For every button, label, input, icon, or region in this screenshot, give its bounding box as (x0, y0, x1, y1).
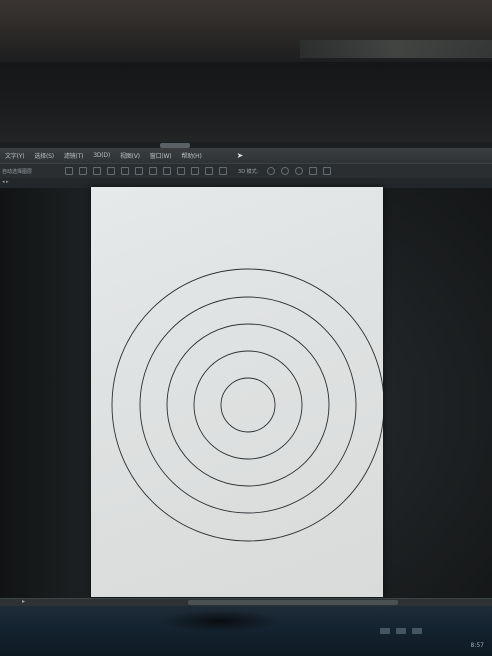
tray-keyboard-icon[interactable] (412, 628, 422, 634)
desk-reflection (160, 610, 280, 632)
ring-4 (139, 296, 357, 514)
concentric-rings (111, 268, 383, 542)
collapse-arrow-icon[interactable]: ◂ ▸ (2, 179, 9, 185)
align-top-icon[interactable] (65, 167, 74, 175)
menu-item-select[interactable]: 选择(S) (29, 151, 59, 160)
background-shelf (300, 40, 492, 58)
menu-item-window[interactable]: 窗口(W) (145, 151, 177, 160)
taskbar-clock[interactable]: 8:57 (471, 642, 484, 649)
ring-1 (220, 377, 276, 433)
roll-3d-icon[interactable] (281, 167, 290, 175)
status-menu-arrow-icon[interactable]: ▸ (22, 598, 25, 605)
horizontal-scrollbar[interactable] (188, 600, 398, 605)
mouse-cursor-icon: ➤ (236, 151, 244, 160)
ring-2 (193, 350, 303, 460)
align-right-icon[interactable] (135, 167, 144, 175)
drag-3d-icon[interactable] (295, 167, 304, 175)
document-canvas[interactable] (91, 187, 383, 597)
ring-3 (166, 323, 330, 487)
menu-bar: 文字(Y) 选择(S) 滤镜(T) 3D(D) 视图(V) 窗口(W) 帮助(H… (0, 148, 492, 163)
distribute-top-icon[interactable] (149, 167, 158, 175)
menu-item-3d[interactable]: 3D(D) (88, 152, 115, 159)
menu-item-type[interactable]: 文字(Y) (0, 151, 29, 160)
align-center-icon[interactable] (121, 167, 130, 175)
options-bar: 自动选择图层 3D 模式: (0, 163, 492, 179)
distribute-middle-icon[interactable] (163, 167, 172, 175)
distribute-left-icon[interactable] (191, 167, 200, 175)
tray-network-icon[interactable] (380, 628, 390, 634)
slide-3d-icon[interactable] (309, 167, 318, 175)
align-bottom-icon[interactable] (93, 167, 102, 175)
align-left-icon[interactable] (107, 167, 116, 175)
distribute-center-icon[interactable] (205, 167, 214, 175)
menu-item-filter[interactable]: 滤镜(T) (59, 151, 88, 160)
rotate-3d-icon[interactable] (267, 167, 276, 175)
monitor-bezel (0, 62, 492, 142)
auto-select-label[interactable]: 自动选择图层 (0, 168, 62, 175)
distribute-right-icon[interactable] (219, 167, 228, 175)
scale-3d-icon[interactable] (323, 167, 332, 175)
ring-5 (111, 268, 383, 542)
menu-item-help[interactable]: 帮助(H) (176, 151, 206, 160)
workspace-shadow (0, 188, 90, 598)
tray-volume-icon[interactable] (396, 628, 406, 634)
menu-item-view[interactable]: 视图(V) (115, 151, 145, 160)
mode-3d-label: 3D 模式: (238, 168, 259, 175)
distribute-bottom-icon[interactable] (177, 167, 186, 175)
align-middle-icon[interactable] (79, 167, 88, 175)
